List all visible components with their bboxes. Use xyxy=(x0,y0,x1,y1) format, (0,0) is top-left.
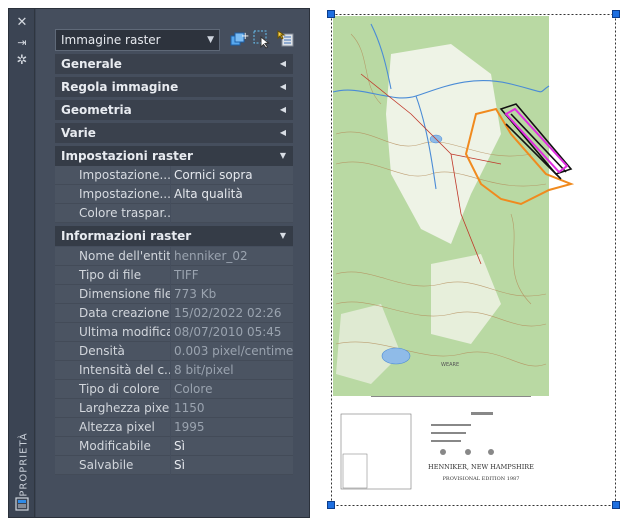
property-value[interactable] xyxy=(171,204,293,223)
property-row[interactable]: Ultima modifica 08/07/2010 05:45 xyxy=(55,323,293,342)
property-value: 1995 xyxy=(171,418,293,437)
gear-icon[interactable]: ✲ xyxy=(14,53,30,69)
raster-image[interactable]: HENNIKER, NEW HAMPSHIRE PROVISIONAL EDIT… xyxy=(331,14,616,506)
palette-menu-icon[interactable] xyxy=(14,497,30,513)
properties-palette: ✕ ⇥ ✲ PROPRIETÀ Immagine raster ▼ + Gene… xyxy=(8,8,310,518)
map-edition: PROVISIONAL EDITION 1987 xyxy=(443,476,520,482)
property-row[interactable]: Dimensione file 773 Kb xyxy=(55,285,293,304)
property-name: Salvabile xyxy=(55,456,170,475)
property-value: henniker_02 xyxy=(171,247,293,266)
property-row[interactable]: Modificabile Sì xyxy=(55,437,293,456)
auto-hide-icon[interactable]: ⇥ xyxy=(14,35,30,51)
property-value: 08/07/2010 05:45 xyxy=(171,323,293,342)
section-geometria[interactable]: Geometria ◀ xyxy=(55,100,293,120)
property-name: Colore traspar... xyxy=(55,204,170,223)
toggle-pickadd-icon[interactable]: + xyxy=(229,29,249,49)
property-value: 0.003 pixel/centimetro xyxy=(171,342,293,361)
property-value: TIFF xyxy=(171,266,293,285)
property-value: 1150 xyxy=(171,399,293,418)
chevron-down-icon: ▼ xyxy=(279,231,286,240)
property-row[interactable]: Nome dell'entità henniker_02 xyxy=(55,247,293,266)
property-name: Ultima modifica xyxy=(55,323,170,342)
property-value: Sì xyxy=(171,456,293,475)
property-name: Tipo di file xyxy=(55,266,170,285)
corner-grip[interactable] xyxy=(327,501,335,509)
close-icon[interactable]: ✕ xyxy=(14,15,30,31)
section-varie[interactable]: Varie ◀ xyxy=(55,123,293,143)
chevron-down-icon: ▼ xyxy=(207,35,214,45)
section-regola-immagine[interactable]: Regola immagine ◀ xyxy=(55,77,293,97)
property-value[interactable]: Cornici sopra xyxy=(171,166,293,185)
map-title: HENNIKER, NEW HAMPSHIRE xyxy=(428,463,534,471)
map-place-label: WEARE xyxy=(441,362,459,368)
section-informazioni-raster[interactable]: Informazioni raster ▼ xyxy=(55,226,293,246)
svg-text:+: + xyxy=(241,31,249,42)
property-name: Larghezza pixel xyxy=(55,399,170,418)
corner-grip[interactable] xyxy=(327,10,335,18)
property-value: 8 bit/pixel xyxy=(171,361,293,380)
property-name: Altezza pixel xyxy=(55,418,170,437)
property-name: Densità xyxy=(55,342,170,361)
palette-title: PROPRIETÀ xyxy=(18,432,30,497)
quick-select-icon[interactable] xyxy=(276,29,296,49)
property-value: Sì xyxy=(171,437,293,456)
property-name: Nome dell'entità xyxy=(55,247,170,266)
property-row[interactable]: Tipo di file TIFF xyxy=(55,266,293,285)
property-row[interactable]: Impostazione... Cornici sopra xyxy=(55,166,293,185)
chevron-down-icon: ▼ xyxy=(279,151,286,160)
property-name: Impostazione... xyxy=(55,185,170,204)
property-row[interactable]: Densità 0.003 pixel/centimetro xyxy=(55,342,293,361)
property-name: Data creazione xyxy=(55,304,170,323)
section-impostazioni-raster[interactable]: Impostazioni raster ▼ xyxy=(55,146,293,166)
property-value: Colore xyxy=(171,380,293,399)
select-objects-icon[interactable] xyxy=(252,29,272,49)
property-row[interactable]: Intensità del c... 8 bit/pixel xyxy=(55,361,293,380)
property-value: 15/02/2022 02:26 xyxy=(171,304,293,323)
section-label: Impostazioni raster xyxy=(61,149,193,163)
chevron-left-icon: ◀ xyxy=(279,105,286,114)
property-row[interactable]: Tipo di colore Colore xyxy=(55,380,293,399)
property-name: Modificabile xyxy=(55,437,170,456)
section-label: Geometria xyxy=(61,103,132,117)
corner-grip[interactable] xyxy=(612,501,620,509)
object-type-value: Immagine raster xyxy=(61,33,161,47)
palette-title-strip[interactable]: ✕ ⇥ ✲ PROPRIETÀ xyxy=(9,9,35,517)
property-name: Intensità del c... xyxy=(55,361,170,380)
topographic-map: HENNIKER, NEW HAMPSHIRE PROVISIONAL EDIT… xyxy=(331,14,616,506)
section-label: Generale xyxy=(61,57,122,71)
screen: ✕ ⇥ ✲ PROPRIETÀ Immagine raster ▼ + Gene… xyxy=(0,0,630,525)
property-row[interactable]: Salvabile Sì xyxy=(55,456,293,475)
property-value[interactable]: Alta qualità xyxy=(171,185,293,204)
property-row[interactable]: Impostazione... Alta qualità xyxy=(55,185,293,204)
section-label: Regola immagine xyxy=(61,80,179,94)
section-label: Varie xyxy=(61,126,96,140)
property-name: Impostazione... xyxy=(55,166,170,185)
chevron-left-icon: ◀ xyxy=(279,82,286,91)
chevron-left-icon: ◀ xyxy=(279,59,286,68)
chevron-left-icon: ◀ xyxy=(279,128,286,137)
property-value: 773 Kb xyxy=(171,285,293,304)
section-generale[interactable]: Generale ◀ xyxy=(55,54,293,74)
corner-grip[interactable] xyxy=(612,10,620,18)
object-type-dropdown[interactable]: Immagine raster ▼ xyxy=(55,29,220,51)
property-row[interactable]: Larghezza pixel 1150 xyxy=(55,399,293,418)
property-row[interactable]: Colore traspar... xyxy=(55,204,293,223)
property-row[interactable]: Altezza pixel 1995 xyxy=(55,418,293,437)
section-label: Informazioni raster xyxy=(61,229,192,243)
property-name: Dimensione file xyxy=(55,285,170,304)
palette-content: Immagine raster ▼ + Generale ◀ Regola im… xyxy=(36,9,309,517)
property-name: Tipo di colore xyxy=(55,380,170,399)
property-row[interactable]: Data creazione 15/02/2022 02:26 xyxy=(55,304,293,323)
